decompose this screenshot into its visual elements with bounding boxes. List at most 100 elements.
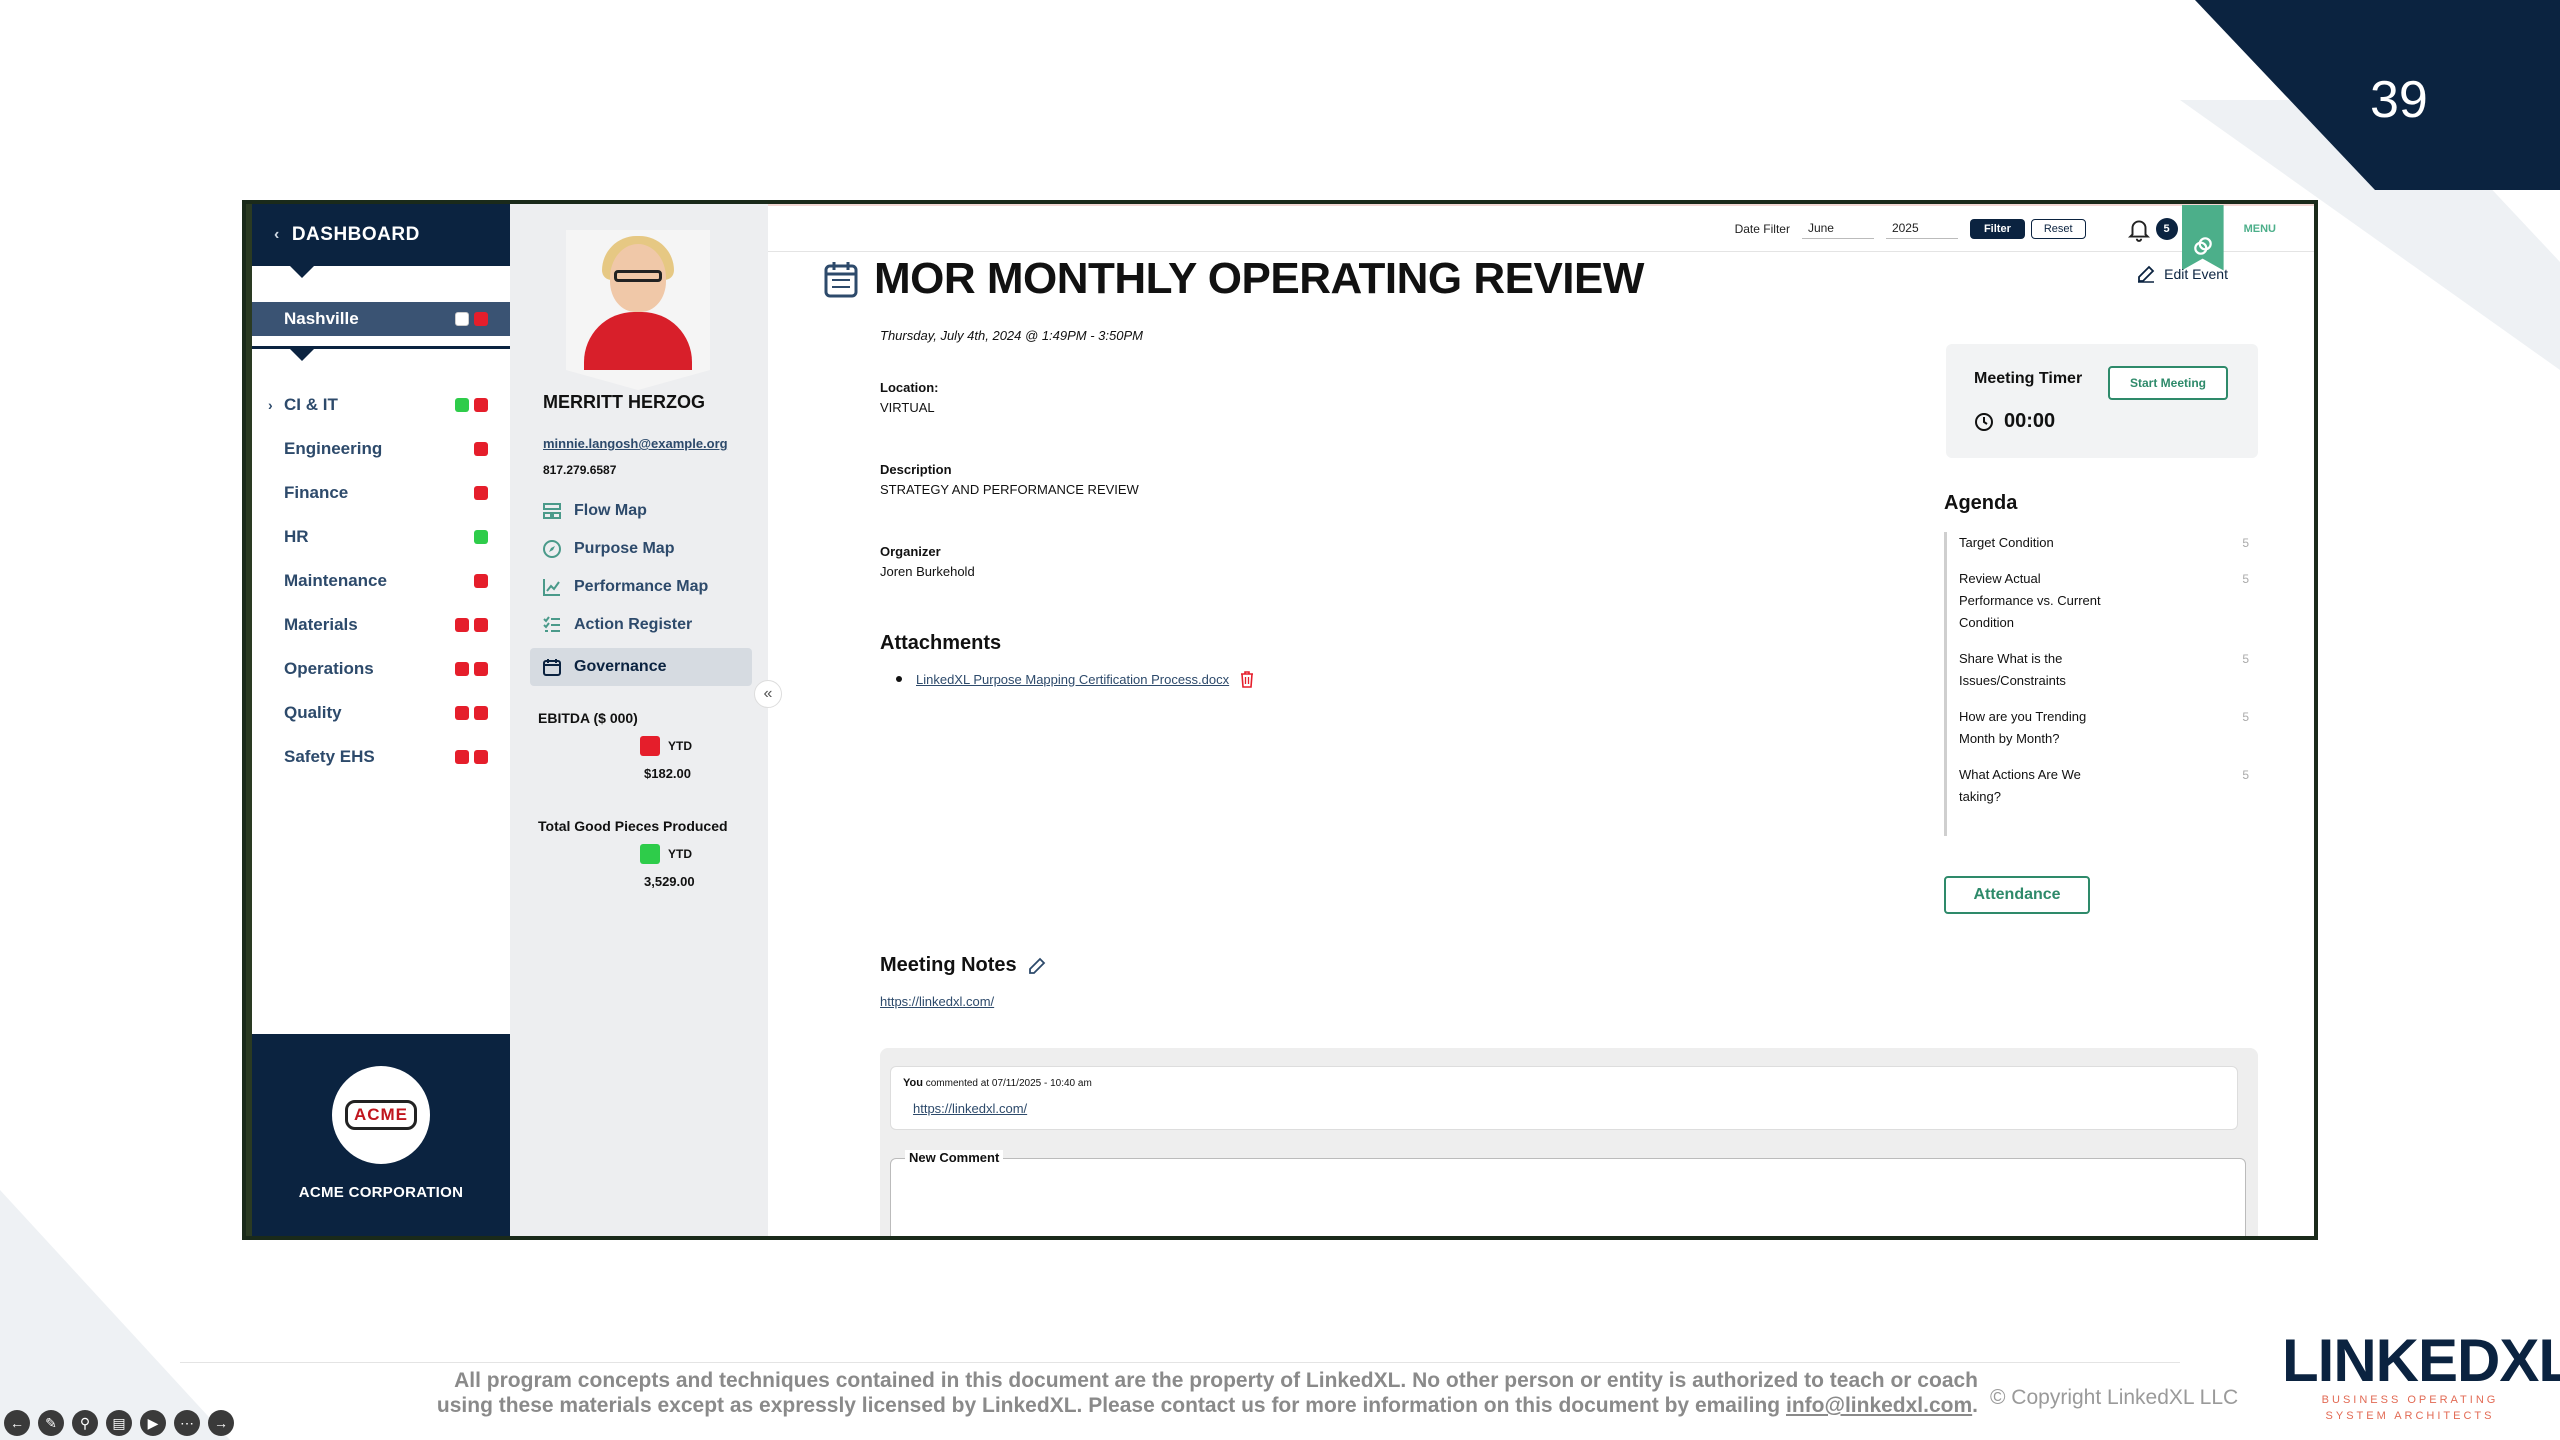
calendar-icon: [543, 659, 561, 676]
nav-item[interactable]: Engineering: [252, 427, 510, 471]
menu-flow-map[interactable]: Flow Map: [530, 492, 752, 530]
copyright: © Copyright LinkedXL LLC: [1990, 1386, 2239, 1409]
edit-notes-icon[interactable]: [1027, 956, 1047, 976]
topbar: Date Filter June 2025 Filter Reset 5 MEN…: [768, 204, 2314, 271]
kpi-status-indicator: [640, 736, 660, 756]
nav-item[interactable]: Materials: [252, 603, 510, 647]
nav-item[interactable]: Finance: [252, 471, 510, 515]
more-icon[interactable]: ⋯: [174, 1410, 200, 1436]
profile-email[interactable]: minnie.langosh@example.org: [543, 436, 728, 451]
status-indicator: [455, 750, 469, 764]
agenda-item-label: What Actions Are We taking?: [1959, 767, 2081, 804]
nav-item[interactable]: Operations: [252, 647, 510, 691]
start-meeting-button[interactable]: Start Meeting: [2108, 366, 2228, 400]
meeting-notes-title: Meeting Notes: [880, 954, 1017, 976]
nav-item[interactable]: Quality: [252, 691, 510, 735]
status-indicators: [455, 398, 488, 412]
profile-menu: Flow Map Purpose Map Performance Map Act…: [530, 492, 752, 686]
chevron-left-icon: ‹: [274, 226, 280, 243]
status-indicators: [455, 750, 488, 764]
nav-item[interactable]: Safety EHS: [252, 735, 510, 779]
menu-purpose-map[interactable]: Purpose Map: [530, 530, 752, 568]
nav-notch: [290, 266, 314, 278]
status-indicators: [474, 530, 488, 544]
attachment-item: LinkedXL Purpose Mapping Certification P…: [896, 670, 1255, 688]
status-indicator: [474, 618, 488, 632]
edit-icon: [2138, 265, 2155, 283]
reset-button[interactable]: Reset: [2030, 218, 2086, 239]
status-indicators: [455, 618, 488, 632]
agenda-item-label: Review Actual Performance vs. Current Co…: [1959, 571, 2101, 630]
comment-card: You commented at 07/11/2025 - 10:40 am h…: [890, 1066, 2238, 1130]
profile-panel: MERRITT HERZOG minnie.langosh@example.or…: [510, 204, 768, 1236]
compass-icon: [543, 540, 561, 558]
kpi-value: 3,529.00: [644, 874, 695, 889]
notifications-button[interactable]: 5: [2126, 216, 2178, 242]
agenda-item: Review Actual Performance vs. Current Co…: [1959, 568, 2249, 634]
menu-performance-map[interactable]: Performance Map: [530, 568, 752, 606]
location-label: Location:: [880, 380, 939, 395]
trash-icon[interactable]: [1239, 670, 1255, 688]
profile-phone: 817.279.6587: [543, 463, 617, 477]
menu-label: Action Register: [574, 616, 693, 633]
kpi-title: EBITDA ($ 000): [538, 710, 638, 726]
nav-item-label: Engineering: [284, 439, 383, 458]
captions-icon[interactable]: ▤: [106, 1410, 132, 1436]
nav-item-label: Maintenance: [284, 571, 387, 590]
status-indicators: [455, 662, 488, 676]
nav-item[interactable]: Maintenance: [252, 559, 510, 603]
comment-link[interactable]: https://linkedxl.com/: [913, 1101, 1027, 1116]
edit-event-button[interactable]: Edit Event: [2136, 264, 2228, 284]
dashboard-nav: ‹ DASHBOARD Nashville › CI & IT Engineerin…: [252, 204, 510, 1236]
forward-arrow-icon[interactable]: →: [208, 1410, 234, 1436]
status-indicator: [474, 574, 488, 588]
dashboard-header[interactable]: ‹ DASHBOARD: [252, 204, 510, 266]
month-select[interactable]: June: [1801, 218, 1874, 239]
pen-icon[interactable]: ✎: [38, 1410, 64, 1436]
edit-event-label: Edit Event: [2164, 266, 2228, 282]
nav-item-label: Finance: [284, 483, 349, 502]
status-indicator: [474, 486, 488, 500]
checklist-icon: [543, 616, 560, 632]
site-status: [455, 312, 488, 326]
status-indicator: [474, 662, 488, 676]
attachment-link[interactable]: LinkedXL Purpose Mapping Certification P…: [916, 672, 1229, 687]
collapse-panel-button[interactable]: «: [754, 680, 782, 708]
attendance-button[interactable]: Attendance: [1944, 876, 2090, 914]
back-arrow-icon[interactable]: ←: [4, 1410, 30, 1436]
year-select[interactable]: 2025: [1885, 218, 1958, 239]
status-indicators: [455, 706, 488, 720]
camera-icon[interactable]: ▶: [140, 1410, 166, 1436]
nav-item[interactable]: › CI & IT: [252, 383, 510, 427]
description-label: Description: [880, 462, 952, 477]
menu-action-register[interactable]: Action Register: [530, 606, 752, 644]
agenda-item: Share What is the Issues/Constraints 5: [1959, 648, 2249, 692]
flow-map-icon: [543, 503, 561, 519]
chevron-right-icon: ›: [268, 397, 273, 413]
agenda-item-label: Target Condition: [1959, 535, 2054, 550]
status-indicator: [455, 312, 469, 326]
menu-governance[interactable]: Governance: [530, 648, 752, 686]
zoom-icon[interactable]: ⚲: [72, 1410, 98, 1436]
filter-button[interactable]: Filter: [1969, 218, 2025, 239]
nav-item[interactable]: HR: [252, 515, 510, 559]
presentation-toolbar: ← ✎ ⚲ ▤ ▶ ⋯ →: [4, 1410, 234, 1436]
agenda-list: Target Condition 5 Review Actual Performan…: [1944, 532, 2254, 836]
footer-line-1: All program concepts and techniques cont…: [454, 1369, 1978, 1392]
new-comment-field[interactable]: New Comment: [890, 1150, 2246, 1236]
date-filter-label: Date Filter: [1734, 221, 1790, 236]
agenda-item-minutes: 5: [2242, 768, 2249, 782]
calendar-icon: [824, 262, 858, 298]
nav-item-label: CI & IT: [284, 395, 338, 414]
status-indicators: [474, 574, 488, 588]
site-selector[interactable]: Nashville: [252, 302, 510, 336]
company-footer: ACME ACME CORPORATION: [252, 1034, 510, 1236]
menu-button[interactable]: MENU: [2244, 223, 2276, 235]
notes-link[interactable]: https://linkedxl.com/: [880, 994, 994, 1009]
footer-email-link[interactable]: info@linkedxl.com: [1786, 1394, 1972, 1417]
notification-count: 5: [2155, 217, 2178, 240]
brand-ribbon: [2181, 204, 2224, 271]
menu-label: Governance: [574, 658, 667, 675]
comment-meta: You commented at 07/11/2025 - 10:40 am: [903, 1077, 1092, 1089]
agenda-title: Agenda: [1944, 492, 2018, 514]
